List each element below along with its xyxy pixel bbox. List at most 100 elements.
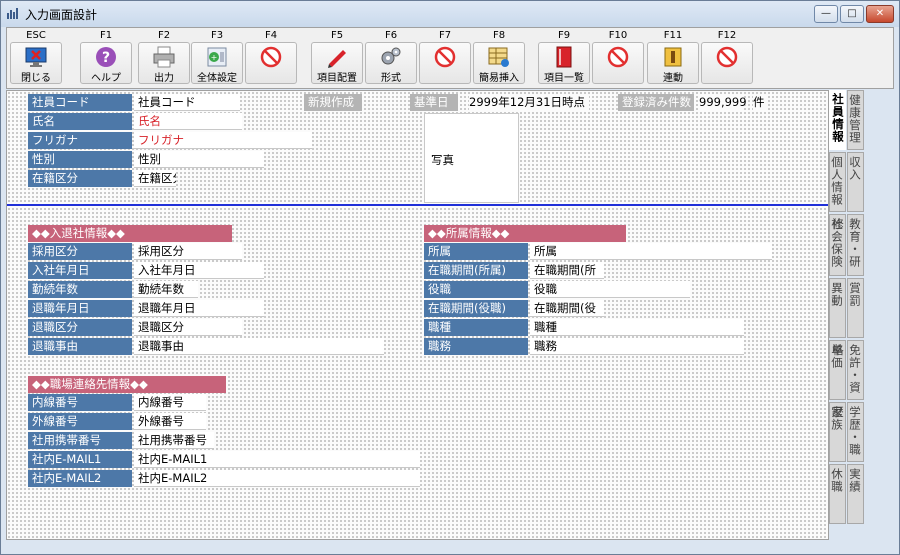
tab-employee-info[interactable]: 社員情報 — [829, 90, 846, 150]
position-period-label: 在職期間(役職) — [424, 300, 528, 317]
name-label: 氏名 — [28, 113, 132, 130]
maximize-button[interactable]: □ — [840, 5, 864, 23]
key-f11: F11 — [663, 30, 683, 41]
employment-status-field[interactable]: 在籍区分 — [134, 170, 176, 187]
external-line-field[interactable]: 外線番号 — [134, 413, 206, 430]
link-label: 連動 — [663, 73, 683, 84]
tab-licenses[interactable]: 免許・資格 — [831, 340, 864, 400]
department-field[interactable]: 所属 — [530, 243, 772, 260]
retirement-date-field[interactable]: 退職年月日 — [134, 300, 264, 317]
key-f8: F8 — [492, 30, 506, 41]
position-field[interactable]: 役職 — [530, 281, 690, 298]
tab-education-career[interactable]: 学歴・職歴 — [831, 402, 864, 462]
output-button[interactable]: 出力 — [138, 42, 190, 84]
printer-icon — [153, 46, 175, 68]
department-label: 所属 — [424, 243, 528, 260]
key-f10: F10 — [608, 30, 628, 41]
key-f7: F7 — [438, 30, 452, 41]
window-title: 入力画面設計 — [25, 8, 98, 22]
disabled-icon — [434, 46, 456, 68]
tab-results[interactable]: 実績 — [847, 464, 864, 524]
tab-personal-info[interactable]: 個人情報 — [829, 152, 846, 212]
hire-type-field[interactable]: 採用区分 — [134, 243, 242, 260]
link-button[interactable]: 連動 — [647, 42, 699, 84]
extension-label: 内線番号 — [28, 394, 132, 411]
contact-section-header: ◆◆職場連絡先情報◆◆ — [28, 376, 226, 393]
gender-field[interactable]: 性別 — [134, 151, 264, 168]
position-label: 役職 — [424, 281, 528, 298]
dept-period-field[interactable]: 在職期間(所 — [530, 262, 604, 279]
photo-box[interactable]: 写真 — [424, 113, 519, 203]
field-list-button[interactable]: 項目一覧 — [538, 42, 590, 84]
svg-text:?: ? — [102, 50, 110, 66]
minimize-button[interactable]: — — [814, 5, 838, 23]
settings-icon: + — [207, 47, 227, 67]
new-create-button[interactable]: 新規作成 — [304, 94, 362, 111]
base-date-value: 2999年12月31日時点 — [469, 94, 589, 111]
tab-leave[interactable]: 休職 — [829, 464, 846, 524]
f12-disabled-button[interactable] — [701, 42, 753, 84]
retirement-reason-field[interactable]: 退職事由 — [134, 338, 384, 355]
company-mobile-label: 社用携帯番号 — [28, 432, 132, 449]
tab-awards-penalties[interactable]: 賞罰 — [847, 278, 864, 338]
retirement-date-label: 退職年月日 — [28, 300, 132, 317]
quick-insert-button[interactable]: 簡易挿入 — [473, 42, 525, 84]
close-window-button[interactable]: ✕ — [866, 5, 894, 23]
name-field[interactable]: 氏名 — [134, 113, 242, 130]
f4-disabled-button[interactable] — [245, 42, 297, 84]
key-f5: F5 — [330, 30, 344, 41]
base-date-label: 基準日 — [410, 94, 458, 111]
retirement-type-label: 退職区分 — [28, 319, 132, 336]
help-label: ヘルプ — [91, 73, 121, 84]
company-mobile-field[interactable]: 社用携帯番号 — [134, 432, 214, 449]
job-type-field[interactable]: 職種 — [530, 319, 744, 336]
tab-transfers[interactable]: 異動 — [829, 278, 846, 338]
photo-label: 写真 — [431, 153, 454, 167]
external-line-label: 外線番号 — [28, 413, 132, 430]
email1-field[interactable]: 社内E-MAIL1 — [134, 451, 420, 468]
email2-field[interactable]: 社内E-MAIL2 — [134, 470, 420, 487]
dept-period-label: 在職期間(所属) — [424, 262, 528, 279]
extension-field[interactable]: 内線番号 — [134, 394, 206, 411]
position-period-field[interactable]: 在職期間(役 — [530, 300, 604, 317]
hire-type-label: 採用区分 — [28, 243, 132, 260]
f10-disabled-button[interactable] — [592, 42, 644, 84]
svg-text:+: + — [211, 53, 218, 62]
close-label: 閉じる — [21, 73, 51, 84]
kana-field[interactable]: フリガナ — [134, 132, 312, 149]
field-layout-button[interactable]: 項目配置 — [311, 42, 363, 84]
hire-date-field[interactable]: 入社年月日 — [134, 262, 264, 279]
global-settings-button[interactable]: + 全体設定 — [191, 42, 243, 84]
output-label: 出力 — [154, 73, 174, 84]
design-canvas: 社員コード 社員コード 新規作成 基準日 2999年12月31日時点 登録済み件… — [6, 90, 829, 540]
employee-code-field[interactable]: 社員コード — [134, 94, 240, 111]
tenure-field[interactable]: 勤続年数 — [134, 281, 198, 298]
kana-label: フリガナ — [28, 132, 132, 149]
employee-code-label: 社員コード — [28, 94, 132, 111]
registered-count-label: 登録済み件数 — [618, 94, 694, 111]
quick-insert-label: 簡易挿入 — [479, 73, 519, 84]
format-button[interactable]: 形式 — [365, 42, 417, 84]
retirement-type-field[interactable]: 退職区分 — [134, 319, 242, 336]
key-esc: ESC — [26, 30, 46, 41]
tab-income[interactable]: 収入 — [847, 152, 864, 212]
close-button[interactable]: 閉じる — [10, 42, 62, 84]
gender-label: 性別 — [28, 151, 132, 168]
key-f4: F4 — [264, 30, 278, 41]
f7-disabled-button[interactable] — [419, 42, 471, 84]
red-book-icon — [556, 46, 572, 68]
registered-count-unit: 件 — [753, 94, 767, 111]
duties-field[interactable]: 職務 — [530, 338, 744, 355]
tab-training[interactable]: 教育・研修 — [831, 214, 864, 276]
title-bar: 入力画面設計 — □ ✕ — [1, 1, 899, 27]
disabled-icon — [607, 46, 629, 68]
app-window: 入力画面設計 — □ ✕ ESC 閉じる F1 ? ヘルプ F2 出力 F3 +… — [0, 0, 900, 555]
format-label: 形式 — [381, 73, 401, 84]
help-button[interactable]: ? ヘルプ — [80, 42, 132, 84]
key-f6: F6 — [384, 30, 398, 41]
tab-health[interactable]: 健康管理 — [847, 90, 864, 150]
field-list-label: 項目一覧 — [544, 73, 584, 84]
key-f2: F2 — [157, 30, 171, 41]
help-icon: ? — [96, 47, 116, 67]
email1-label: 社内E-MAIL1 — [28, 451, 132, 468]
